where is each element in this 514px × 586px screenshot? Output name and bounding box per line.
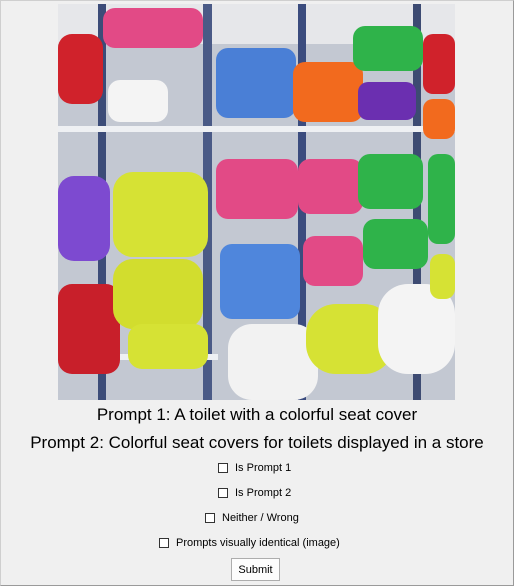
prompts-identical-option[interactable]: Prompts visually identical (image) [159, 537, 340, 549]
is-prompt-1-checkbox[interactable] [218, 463, 228, 473]
toilet-seat-covers-illustration [58, 4, 455, 400]
prompt-2-text: Prompt 2: Colorful seat covers for toile… [30, 433, 484, 452]
submit-button[interactable]: Submit [231, 558, 280, 581]
prompts-identical-checkbox[interactable] [159, 538, 169, 548]
is-prompt-2-option[interactable]: Is Prompt 2 [218, 487, 291, 499]
is-prompt-2-label: Is Prompt 2 [235, 487, 292, 499]
is-prompt-1-option[interactable]: Is Prompt 1 [218, 462, 291, 474]
is-prompt-1-label: Is Prompt 1 [235, 462, 292, 474]
prompts-identical-label: Prompts visually identical (image) [176, 537, 340, 549]
prompt-1-text: Prompt 1: A toilet with a colorful seat … [96, 405, 418, 424]
stimulus-image [58, 4, 455, 400]
neither-wrong-label: Neither / Wrong [222, 512, 299, 524]
is-prompt-2-checkbox[interactable] [218, 488, 228, 498]
neither-wrong-checkbox[interactable] [205, 513, 215, 523]
neither-wrong-option[interactable]: Neither / Wrong [205, 512, 299, 524]
